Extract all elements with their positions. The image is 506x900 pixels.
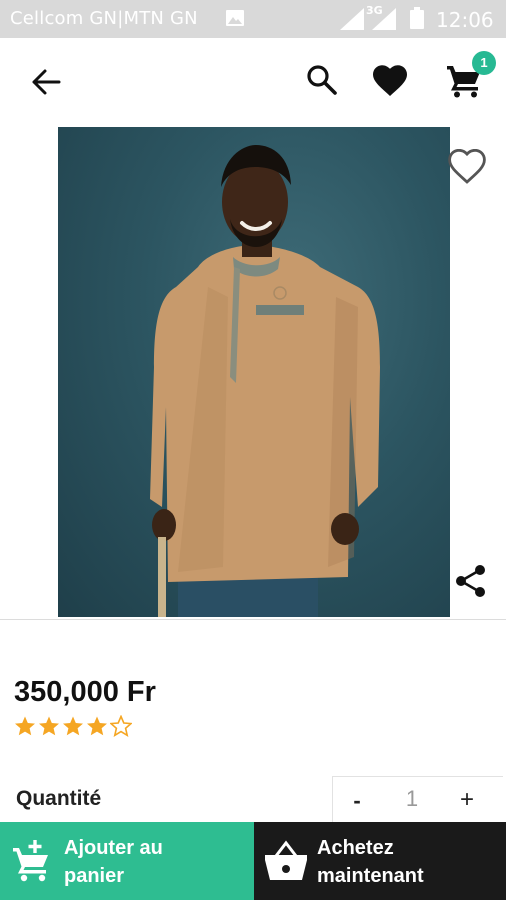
product-photo[interactable]: [58, 127, 450, 617]
cart-plus-icon: [13, 840, 48, 882]
cart-count-badge: 1: [472, 51, 496, 75]
search-button[interactable]: [302, 60, 342, 100]
wishlist-button[interactable]: [444, 146, 490, 188]
quantity-increment-button[interactable]: +: [448, 786, 486, 816]
quantity-decrement-button[interactable]: -: [338, 788, 376, 816]
carrier-name: Cellcom GN|MTN GN: [10, 8, 198, 29]
basket-icon: [265, 840, 307, 880]
favorites-button[interactable]: [368, 60, 412, 102]
network-type: 3G: [366, 4, 383, 17]
add-to-cart-label: Ajouter au panier: [64, 837, 163, 887]
star-filled-icon: [87, 716, 107, 736]
quantity-label: Quantité: [16, 787, 102, 810]
back-button[interactable]: [26, 62, 66, 102]
star-filled-icon: [15, 716, 35, 736]
heart-filled-icon: [373, 65, 407, 96]
clock: 12:06: [436, 8, 494, 32]
section-divider: [0, 619, 506, 620]
search-icon: [307, 65, 337, 95]
star-empty-icon: [110, 715, 132, 737]
star-filled-icon: [63, 716, 83, 736]
battery-icon: [410, 7, 424, 29]
arrow-left-icon: [32, 69, 61, 95]
product-photo-illustration: [150, 145, 380, 617]
share-icon: [456, 565, 485, 597]
share-button[interactable]: [452, 562, 490, 600]
app-bar: [0, 38, 506, 126]
heart-outline-icon: [448, 149, 486, 184]
product-price: 350,000 Fr: [14, 676, 156, 708]
status-bar: Cellcom GN|MTN GN 3G 12:06: [0, 0, 506, 38]
buy-now-button[interactable]: Achetez maintenant: [254, 822, 506, 900]
add-to-cart-button[interactable]: Ajouter au panier: [0, 822, 254, 900]
signal-strength-icon: [340, 8, 364, 30]
buy-now-label: Achetez maintenant: [317, 837, 424, 887]
image-notification-icon: [226, 10, 244, 26]
rating-stars: [14, 715, 132, 737]
star-filled-icon: [39, 716, 59, 736]
quantity-value[interactable]: 1: [392, 786, 432, 816]
